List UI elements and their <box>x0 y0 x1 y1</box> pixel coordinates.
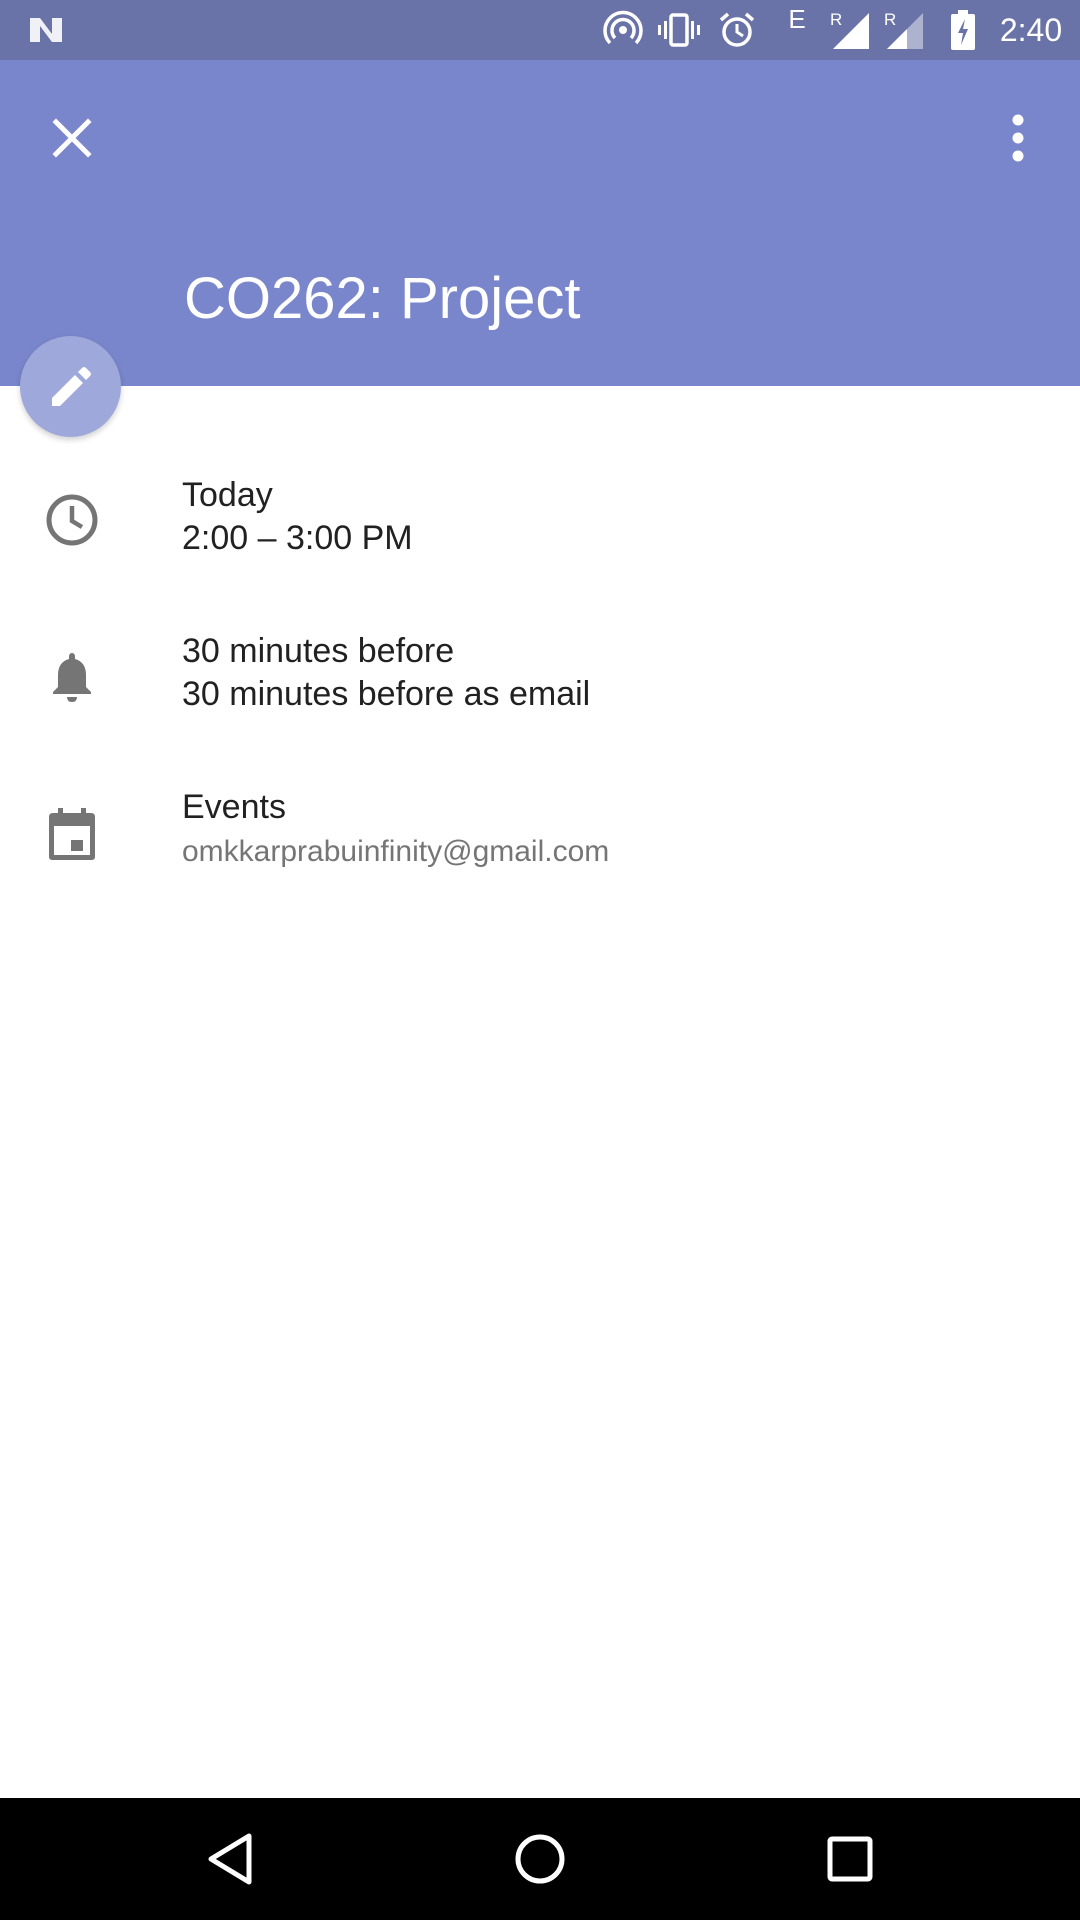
reminder-item: 30 minutes before <box>182 632 455 670</box>
roaming-label: R <box>830 10 843 29</box>
recents-button[interactable] <box>810 1819 890 1899</box>
bell-icon <box>40 644 104 708</box>
reminders-row: 30 minutes before 30 minutes before as e… <box>0 626 1080 726</box>
more-options-button[interactable] <box>978 98 1058 178</box>
calendar-name: Events <box>182 788 286 826</box>
hotspot-icon <box>600 0 646 60</box>
close-button[interactable] <box>32 98 112 178</box>
recents-icon <box>827 1836 873 1882</box>
event-detail-screen: E R R 2:40 CO262: Project Today 2:00 – 3… <box>0 0 1080 1920</box>
edit-event-button[interactable] <box>20 336 121 437</box>
back-icon <box>208 1833 252 1885</box>
signal-icon: R <box>826 0 874 60</box>
more-vert-icon <box>1012 114 1024 162</box>
home-button[interactable] <box>500 1819 580 1899</box>
calendar-icon <box>40 802 104 866</box>
event-title: CO262: Project <box>184 266 581 331</box>
event-day: Today <box>182 476 273 514</box>
status-bar: E R R 2:40 <box>0 0 1080 60</box>
n-logo-icon <box>22 0 70 60</box>
network-type-label: E <box>788 4 806 34</box>
event-header: CO262: Project <box>0 60 1080 386</box>
edit-icon <box>51 366 91 406</box>
clock-icon <box>40 488 104 552</box>
calendar-row: Events omkkarprabuinfinity@gmail.com <box>0 782 1080 882</box>
navigation-bar <box>0 1798 1080 1920</box>
event-time-range: 2:00 – 3:00 PM <box>182 519 413 557</box>
roaming-label: R <box>884 10 897 29</box>
close-icon <box>52 118 92 158</box>
home-icon <box>515 1834 565 1884</box>
reminder-item: 30 minutes before as email <box>182 675 591 713</box>
alarm-icon <box>714 0 760 60</box>
clock-time: 2:40 <box>999 11 1063 48</box>
back-button[interactable] <box>190 1819 270 1899</box>
vibrate-icon <box>654 0 704 60</box>
battery-charging-icon <box>946 0 980 60</box>
event-time-row: Today 2:00 – 3:00 PM <box>0 470 1080 570</box>
calendar-account: omkkarprabuinfinity@gmail.com <box>182 835 610 868</box>
signal-icon: R <box>880 0 928 60</box>
